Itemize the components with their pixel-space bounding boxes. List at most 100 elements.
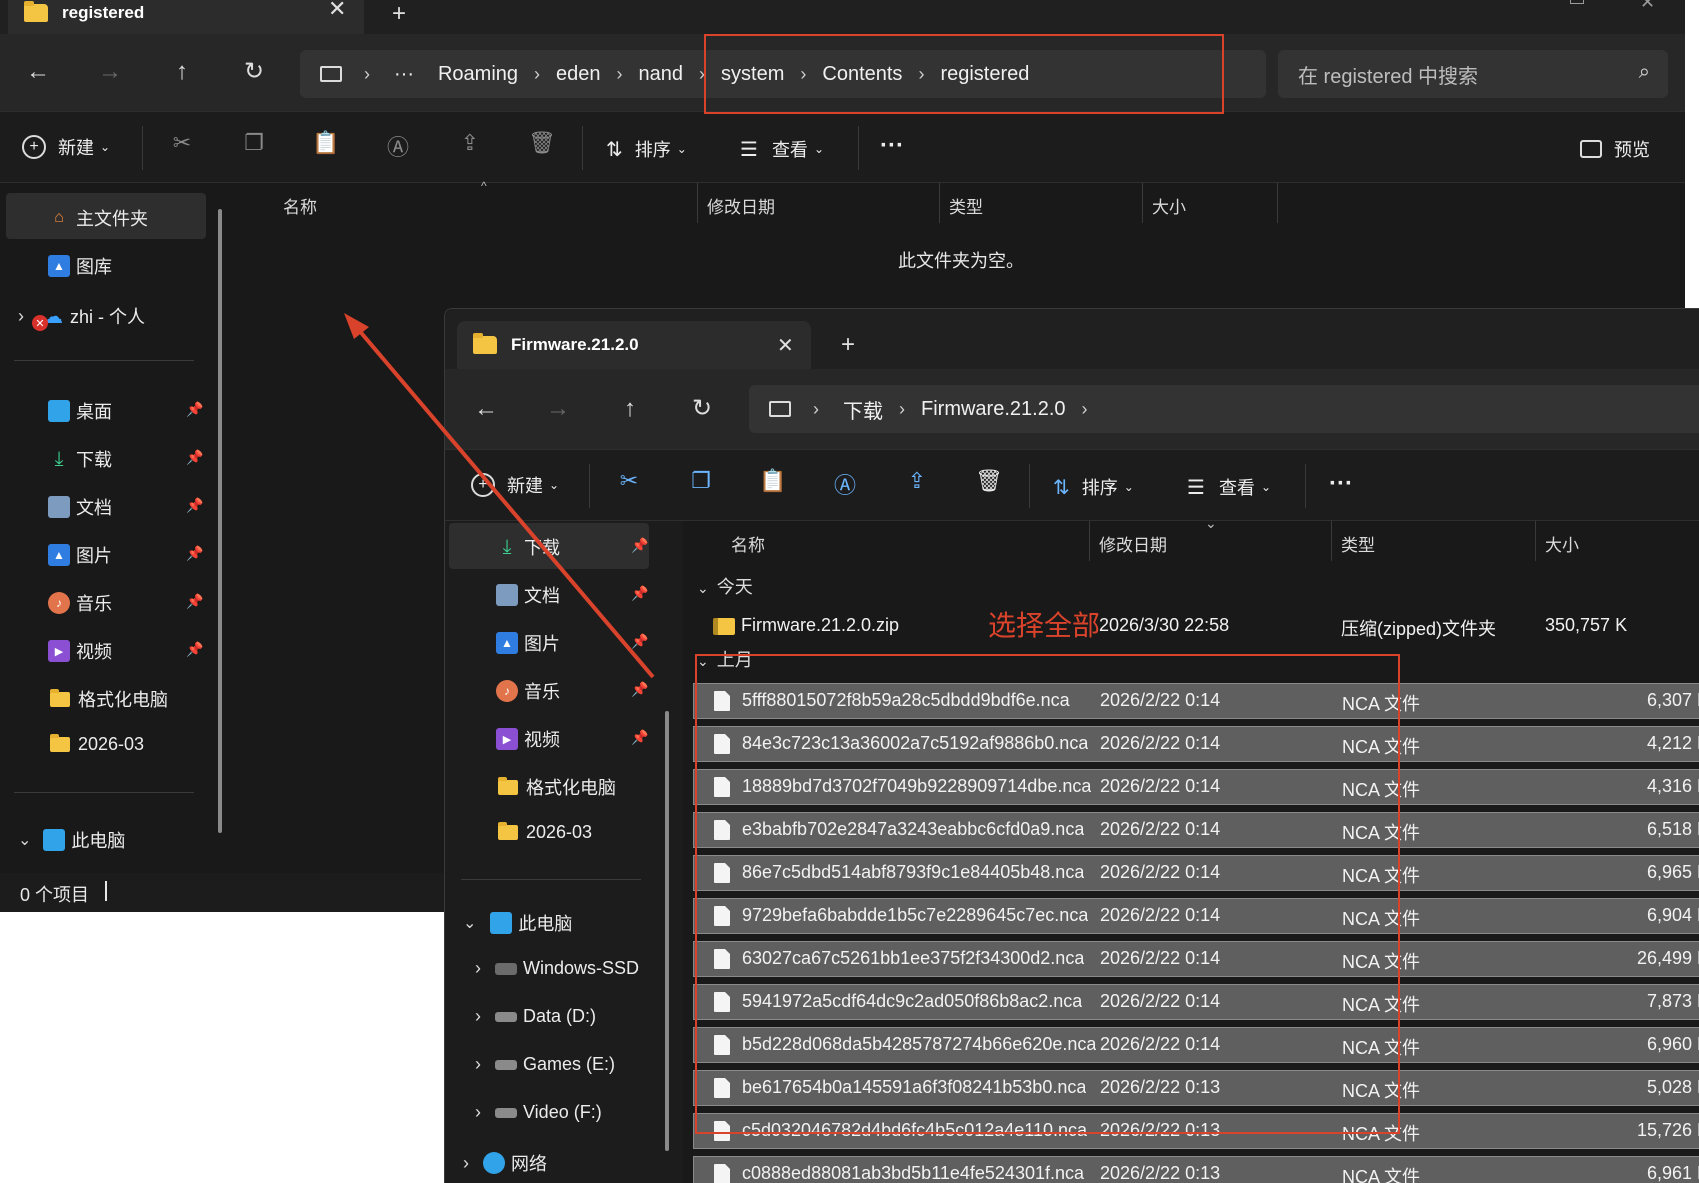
cut-icon[interactable]: ✂ bbox=[165, 130, 199, 156]
sidebar-item-music[interactable]: ♪ 音乐 bbox=[496, 678, 560, 704]
sidebar-item-network[interactable]: › 网络 bbox=[463, 1150, 547, 1176]
sidebar-item-drive-c[interactable]: › Windows-SSD bbox=[475, 958, 639, 979]
sort-button[interactable]: ⇅ 排序 ⌄ bbox=[1053, 474, 1134, 500]
view-button[interactable]: ☰ 查看 ⌄ bbox=[1187, 474, 1271, 500]
sidebar-item-downloads[interactable]: ⤓ 下载 bbox=[496, 534, 560, 560]
paste-icon[interactable]: 📋 bbox=[309, 130, 343, 156]
pin-icon[interactable]: 📌 bbox=[186, 641, 203, 658]
sidebar-item-drive-e[interactable]: › Games (E:) bbox=[475, 1054, 615, 1075]
rename-icon[interactable]: Ⓐ bbox=[381, 130, 415, 162]
pin-icon[interactable]: 📌 bbox=[631, 729, 648, 746]
sidebar-item-folder-2026-03[interactable]: 2026-03 bbox=[50, 734, 144, 755]
new-button[interactable]: + 新建 ⌄ bbox=[22, 134, 110, 160]
column-header-size[interactable]: 大小 bbox=[1152, 193, 1186, 218]
sidebar-item-music[interactable]: ♪ 音乐 bbox=[48, 590, 112, 616]
pin-icon[interactable]: 📌 bbox=[186, 449, 203, 466]
more-options-button[interactable]: ··· bbox=[1329, 470, 1353, 498]
sidebar-item-folder-format[interactable]: 格式化电脑 bbox=[50, 686, 168, 712]
column-header-type[interactable]: 类型 bbox=[1341, 531, 1375, 556]
sort-button[interactable]: ⇅ 排序 ⌄ bbox=[606, 136, 687, 162]
back-tab[interactable]: registered ✕ bbox=[8, 0, 364, 34]
back-search-input[interactable]: 在 registered 中搜索 ⌕ bbox=[1278, 50, 1668, 98]
breadcrumb-firmware[interactable]: Firmware.21.2.0 bbox=[909, 398, 1078, 421]
pin-icon[interactable]: 📌 bbox=[186, 401, 203, 418]
column-header-date[interactable]: 修改日期 bbox=[707, 193, 775, 218]
column-header-type[interactable]: 类型 bbox=[949, 193, 983, 218]
copy-icon[interactable]: ❐ bbox=[684, 468, 718, 494]
view-button[interactable]: ☰ 查看 ⌄ bbox=[740, 136, 824, 162]
sidebar-scrollbar[interactable] bbox=[665, 711, 669, 1151]
more-options-button[interactable]: ··· bbox=[880, 132, 904, 160]
close-tab-icon[interactable]: ✕ bbox=[777, 333, 794, 358]
delete-icon[interactable]: 🗑 bbox=[972, 468, 1006, 494]
sidebar-item-videos[interactable]: ▶ 视频 bbox=[48, 638, 112, 664]
pin-icon[interactable]: 📌 bbox=[186, 545, 203, 562]
table-row[interactable]: c0888ed88081ab3bd5b11e4fe524301f.nca 2026… bbox=[693, 1156, 1699, 1183]
sidebar-item-onedrive[interactable]: › ✕ ☁ zhi - 个人 bbox=[18, 301, 145, 331]
group-header-today[interactable]: ⌄ 今天 bbox=[697, 573, 753, 599]
copy-icon[interactable]: ❐ bbox=[237, 130, 271, 156]
back-arrow-icon[interactable]: ← bbox=[468, 391, 504, 427]
sidebar-item-downloads[interactable]: ⤓ 下载 bbox=[48, 446, 112, 472]
cut-icon[interactable]: ✂ bbox=[612, 468, 646, 494]
sidebar-drive-label: Windows-SSD bbox=[523, 958, 640, 978]
forward-arrow-icon[interactable]: → bbox=[92, 54, 128, 90]
share-icon[interactable]: ⇪ bbox=[900, 468, 934, 494]
sidebar-item-home[interactable]: ⌂ 主文件夹 bbox=[48, 205, 148, 231]
forward-arrow-icon[interactable]: → bbox=[540, 391, 576, 427]
pin-icon[interactable]: 📌 bbox=[631, 633, 648, 650]
chevron-right-icon: › bbox=[475, 1102, 481, 1122]
paste-icon[interactable]: 📋 bbox=[756, 468, 790, 494]
sidebar-scrollbar[interactable] bbox=[218, 209, 222, 833]
sidebar-item-this-pc[interactable]: ⌄ 此电脑 bbox=[463, 910, 572, 936]
close-tab-icon[interactable]: ✕ bbox=[328, 0, 346, 22]
refresh-icon[interactable]: ↻ bbox=[236, 54, 272, 90]
sidebar-item-drive-d[interactable]: › Data (D:) bbox=[475, 1006, 596, 1027]
sidebar-item-documents[interactable]: 文档 bbox=[496, 582, 560, 608]
column-header-name[interactable]: 名称 bbox=[283, 193, 317, 218]
search-placeholder: 在 registered 中搜索 bbox=[1298, 65, 1479, 88]
sidebar-item-folder-2026-03[interactable]: 2026-03 bbox=[498, 822, 592, 843]
pin-icon[interactable]: 📌 bbox=[186, 497, 203, 514]
preview-button[interactable]: 预览 bbox=[1580, 136, 1650, 162]
refresh-icon[interactable]: ↻ bbox=[684, 391, 720, 427]
sidebar-item-folder-format[interactable]: 格式化电脑 bbox=[498, 774, 616, 800]
sidebar-item-pictures[interactable]: ▲ 图片 bbox=[48, 542, 112, 568]
chevron-right-icon: › bbox=[1081, 398, 1088, 419]
breadcrumb-eden[interactable]: eden bbox=[544, 63, 613, 86]
sidebar-item-drive-f[interactable]: › Video (F:) bbox=[475, 1102, 602, 1123]
share-icon[interactable]: ⇪ bbox=[453, 130, 487, 156]
zip-file-row[interactable]: Firmware.21.2.0.zip 2026/3/30 22:58 压缩(z… bbox=[683, 609, 1699, 645]
column-header-date[interactable]: 修改日期 bbox=[1099, 531, 1167, 556]
maximize-icon[interactable] bbox=[1570, 0, 1584, 4]
front-address-bar[interactable]: › 下载 › Firmware.21.2.0 › bbox=[749, 385, 1699, 433]
sidebar-item-videos[interactable]: ▶ 视频 bbox=[496, 726, 560, 752]
breadcrumb-nand[interactable]: nand bbox=[627, 63, 696, 86]
up-arrow-icon[interactable]: ↑ bbox=[164, 54, 200, 90]
breadcrumb-roaming[interactable]: Roaming bbox=[426, 63, 530, 86]
sidebar-item-gallery[interactable]: ▲ 图库 bbox=[48, 253, 112, 279]
close-window-icon[interactable]: ✕ bbox=[1640, 0, 1655, 13]
new-tab-icon[interactable]: + bbox=[392, 0, 406, 28]
back-arrow-icon[interactable]: ← bbox=[20, 54, 56, 90]
sidebar-item-documents[interactable]: 文档 bbox=[48, 494, 112, 520]
breadcrumb-downloads[interactable]: 下载 bbox=[831, 395, 895, 424]
breadcrumb-ellipsis[interactable]: ··· bbox=[382, 63, 426, 86]
minimize-icon[interactable]: — bbox=[1500, 0, 1518, 9]
sidebar-item-this-pc[interactable]: ⌄ 此电脑 bbox=[18, 827, 125, 853]
up-arrow-icon[interactable]: ↑ bbox=[612, 391, 648, 427]
pin-icon[interactable]: 📌 bbox=[631, 585, 648, 602]
column-header-size[interactable]: 大小 bbox=[1545, 531, 1579, 556]
column-header-name[interactable]: 名称 bbox=[731, 531, 765, 556]
pin-icon[interactable]: 📌 bbox=[186, 593, 203, 610]
sidebar-videos-label: 视频 bbox=[76, 642, 112, 662]
sidebar-item-desktop[interactable]: 桌面 bbox=[48, 398, 112, 424]
new-tab-icon[interactable]: + bbox=[841, 331, 855, 359]
front-tab[interactable]: Firmware.21.2.0 ✕ bbox=[457, 321, 811, 369]
pin-icon[interactable]: 📌 bbox=[631, 681, 648, 698]
delete-icon[interactable]: 🗑 bbox=[525, 130, 559, 156]
sidebar-item-pictures[interactable]: ▲ 图片 bbox=[496, 630, 560, 656]
rename-icon[interactable]: Ⓐ bbox=[828, 468, 862, 500]
pin-icon[interactable]: 📌 bbox=[631, 537, 648, 554]
new-button[interactable]: + 新建 ⌄ bbox=[471, 472, 559, 498]
